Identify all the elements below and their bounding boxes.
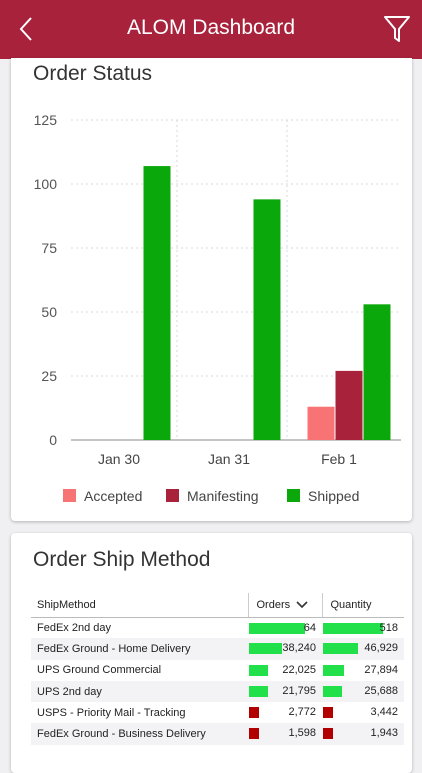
quantity-cell: 46,929 bbox=[322, 638, 404, 660]
orders-value: 22,025 bbox=[282, 663, 316, 676]
ship-method-cell: UPS Ground Commercial bbox=[37, 664, 162, 677]
quantity-cell: 25,688 bbox=[322, 680, 404, 703]
bar-manifesting-2 bbox=[335, 370, 363, 440]
y-tick-label: 125 bbox=[34, 112, 58, 128]
table-row[interactable]: FedEx Ground - Business Delivery 1,598 1,9… bbox=[31, 723, 404, 745]
quantity-value: 1,943 bbox=[370, 727, 398, 740]
quantity-value: 518 bbox=[379, 621, 398, 634]
orders-cell: 64 bbox=[248, 617, 322, 638]
quantity-data-bar bbox=[323, 707, 333, 719]
ship-method-table: ShipMethod Orders Quantity FedEx 2nd day… bbox=[31, 593, 404, 745]
legend-swatch-shipped bbox=[287, 489, 300, 502]
legend-label-manifesting: Manifesting bbox=[187, 488, 259, 504]
orders-value: 38,240 bbox=[282, 642, 316, 655]
legend-swatch-accepted bbox=[63, 489, 76, 502]
orders-cell: 2,772 bbox=[248, 702, 322, 723]
quantity-data-bar bbox=[323, 728, 333, 740]
quantity-value: 27,894 bbox=[364, 663, 398, 676]
ship-method-title: Order Ship Method bbox=[33, 548, 211, 571]
quantity-data-bar bbox=[323, 643, 359, 655]
ship-method-cell: FedEx Ground - Home Delivery bbox=[31, 638, 248, 660]
quantity-cell: 518 bbox=[322, 617, 404, 638]
legend-label-accepted: Accepted bbox=[84, 488, 142, 504]
y-tick-label: 50 bbox=[41, 304, 57, 320]
orders-data-bar bbox=[249, 685, 269, 697]
orders-cell: 21,795 bbox=[248, 680, 322, 703]
quantity-cell: 3,442 bbox=[322, 702, 404, 723]
orders-value: 64 bbox=[303, 621, 316, 634]
quantity-cell: 1,943 bbox=[322, 723, 404, 745]
order-status-chart: 0 25 50 75 100 125 Jan 30 Jan 31 Feb 1 Accepted Ma… bbox=[34, 112, 401, 504]
orders-data-bar bbox=[249, 707, 259, 719]
y-tick-label: 100 bbox=[34, 176, 58, 192]
column-header-orders[interactable]: Orders bbox=[247, 593, 322, 618]
orders-cell: 22,025 bbox=[248, 660, 322, 681]
ship-method-cell: FedEx 2nd day bbox=[37, 621, 111, 634]
table-row[interactable]: FedEx Ground - Home Delivery 38,240 46,929 bbox=[31, 638, 404, 660]
orders-value: 1,598 bbox=[288, 727, 316, 740]
orders-data-bar bbox=[249, 728, 259, 740]
sort-chevron-down-icon[interactable] bbox=[296, 601, 308, 609]
page-title: ALOM Dashboard bbox=[126, 16, 296, 39]
orders-data-bar bbox=[249, 643, 283, 655]
orders-data-bar bbox=[249, 664, 269, 676]
order-status-card: Order Status 0 25 50 75 100 125 Jan 30 Jan 31 Fe… bbox=[11, 58, 412, 521]
ship-method-card: Order Ship Method ShipMethod Orders Quan… bbox=[11, 533, 412, 773]
legend-label-shipped: Shipped bbox=[308, 488, 359, 504]
quantity-data-bar bbox=[323, 664, 344, 676]
bar-shipped-2 bbox=[363, 304, 391, 440]
quantity-data-bar bbox=[323, 622, 383, 634]
column-header-orders-label: Orders bbox=[256, 598, 291, 611]
column-header-shipmethod[interactable]: ShipMethod bbox=[31, 593, 248, 618]
y-tick-label: 0 bbox=[49, 432, 57, 448]
orders-cell: 38,240 bbox=[248, 638, 322, 660]
x-tick-label: Jan 31 bbox=[208, 451, 250, 467]
table-row[interactable]: UPS Ground Commercial 22,025 27,894 bbox=[31, 660, 404, 681]
ship-method-cell: FedEx Ground - Business Delivery bbox=[31, 723, 248, 745]
table-row[interactable]: FedEx 2nd day 64 518 bbox=[31, 617, 404, 638]
column-header-quantity[interactable]: Quantity bbox=[321, 593, 404, 618]
filter-icon[interactable] bbox=[382, 13, 412, 45]
orders-value: 2,772 bbox=[288, 706, 316, 719]
quantity-value: 25,688 bbox=[364, 684, 398, 697]
quantity-cell: 27,894 bbox=[322, 660, 404, 681]
bar-shipped-0 bbox=[143, 166, 171, 440]
y-tick-label: 75 bbox=[41, 240, 57, 256]
ship-method-cell: UPS 2nd day bbox=[31, 680, 248, 703]
x-tick-label: Feb 1 bbox=[321, 451, 357, 467]
legend-swatch-manifesting bbox=[166, 489, 179, 502]
orders-cell: 1,598 bbox=[248, 723, 322, 745]
quantity-value: 3,442 bbox=[370, 706, 398, 719]
table-row[interactable]: UPS 2nd day 21,795 25,688 bbox=[31, 680, 404, 703]
quantity-data-bar bbox=[323, 685, 343, 697]
orders-data-bar bbox=[249, 622, 305, 634]
quantity-value: 46,929 bbox=[364, 642, 398, 655]
table-row[interactable]: USPS - Priority Mail - Tracking 2,772 3,44… bbox=[31, 702, 404, 723]
y-tick-label: 25 bbox=[41, 368, 57, 384]
orders-value: 21,795 bbox=[282, 684, 316, 697]
bar-shipped-1 bbox=[253, 199, 281, 440]
x-tick-label: Jan 30 bbox=[98, 451, 140, 467]
ship-method-cell: USPS - Priority Mail - Tracking bbox=[37, 706, 186, 719]
app-header: ALOM Dashboard bbox=[0, 0, 422, 59]
bar-accepted-2 bbox=[307, 406, 335, 440]
